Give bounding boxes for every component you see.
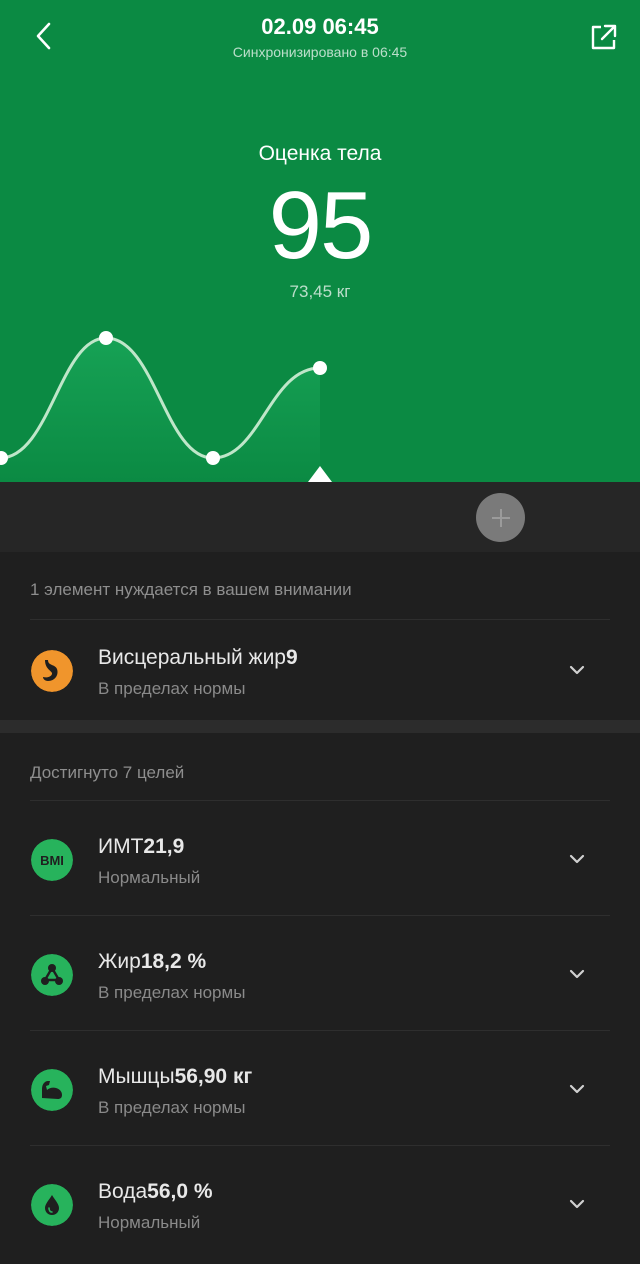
fat-molecule-icon <box>31 954 73 996</box>
chevron-down-icon <box>569 1199 585 1209</box>
sync-status: Синхронизировано в 06:45 <box>232 44 408 60</box>
metric-status: Нормальный <box>98 1213 201 1232</box>
chart-point[interactable] <box>99 331 113 345</box>
attention-section: 1 элемент нуждается в вашем внимании Вис… <box>0 552 640 720</box>
metric-status: В пределах нормы <box>98 679 246 698</box>
share-icon[interactable] <box>584 18 622 56</box>
chevron-down-icon <box>569 665 585 675</box>
metric-status: В пределах нормы <box>98 983 246 1002</box>
chart-point[interactable] <box>313 361 327 375</box>
score-label: Оценка тела <box>258 142 382 165</box>
add-measurement-button[interactable] <box>476 493 525 542</box>
stomach-icon <box>31 650 73 692</box>
metric-title: Мышцы56,90 кг <box>98 1065 253 1088</box>
svg-text:BMI: BMI <box>40 853 64 868</box>
history-scroll-bar <box>0 482 640 552</box>
metric-title: Жир18,2 % <box>98 950 207 973</box>
metric-title: Вода56,0 % <box>98 1180 213 1203</box>
metric-title: Висцеральный жир9 <box>98 646 298 669</box>
weight-value: 73,45 кг <box>289 282 351 301</box>
metric-row-fat[interactable]: Жир18,2 % В пределах нормы <box>0 916 640 1030</box>
measurement-datetime: 02.09 06:45 <box>261 14 379 39</box>
chevron-down-icon <box>569 1084 585 1094</box>
bmi-icon: BMI <box>31 839 73 881</box>
metric-row-bmi[interactable]: BMI ИМТ21,9 Нормальный <box>0 801 640 915</box>
goals-heading: Достигнуто 7 целей <box>30 763 185 782</box>
score-history-chart[interactable] <box>0 300 640 482</box>
metric-status: Нормальный <box>98 868 201 887</box>
metric-row-water[interactable]: Вода56,0 % Нормальный <box>0 1146 640 1260</box>
water-drop-icon <box>31 1184 73 1226</box>
metric-title: ИМТ21,9 <box>98 835 185 858</box>
chevron-down-icon <box>569 969 585 979</box>
attention-heading: 1 элемент нуждается в вашем внимании <box>30 580 352 599</box>
metric-status: В пределах нормы <box>98 1098 246 1117</box>
section-separator <box>0 720 640 733</box>
score-value: 95 <box>268 172 374 279</box>
chevron-down-icon <box>569 854 585 864</box>
metric-row-visceral-fat[interactable]: Висцеральный жир9 В пределах нормы <box>0 610 640 724</box>
metric-row-muscle[interactable]: Мышцы56,90 кг В пределах нормы <box>0 1031 640 1145</box>
chart-point[interactable] <box>206 451 220 465</box>
score-hero: 02.09 06:45 Синхронизировано в 06:45 Оце… <box>0 0 640 482</box>
muscle-arm-icon <box>31 1069 73 1111</box>
goals-section: Достигнуто 7 целей BMI ИМТ21,9 Нормальны… <box>0 733 640 1264</box>
